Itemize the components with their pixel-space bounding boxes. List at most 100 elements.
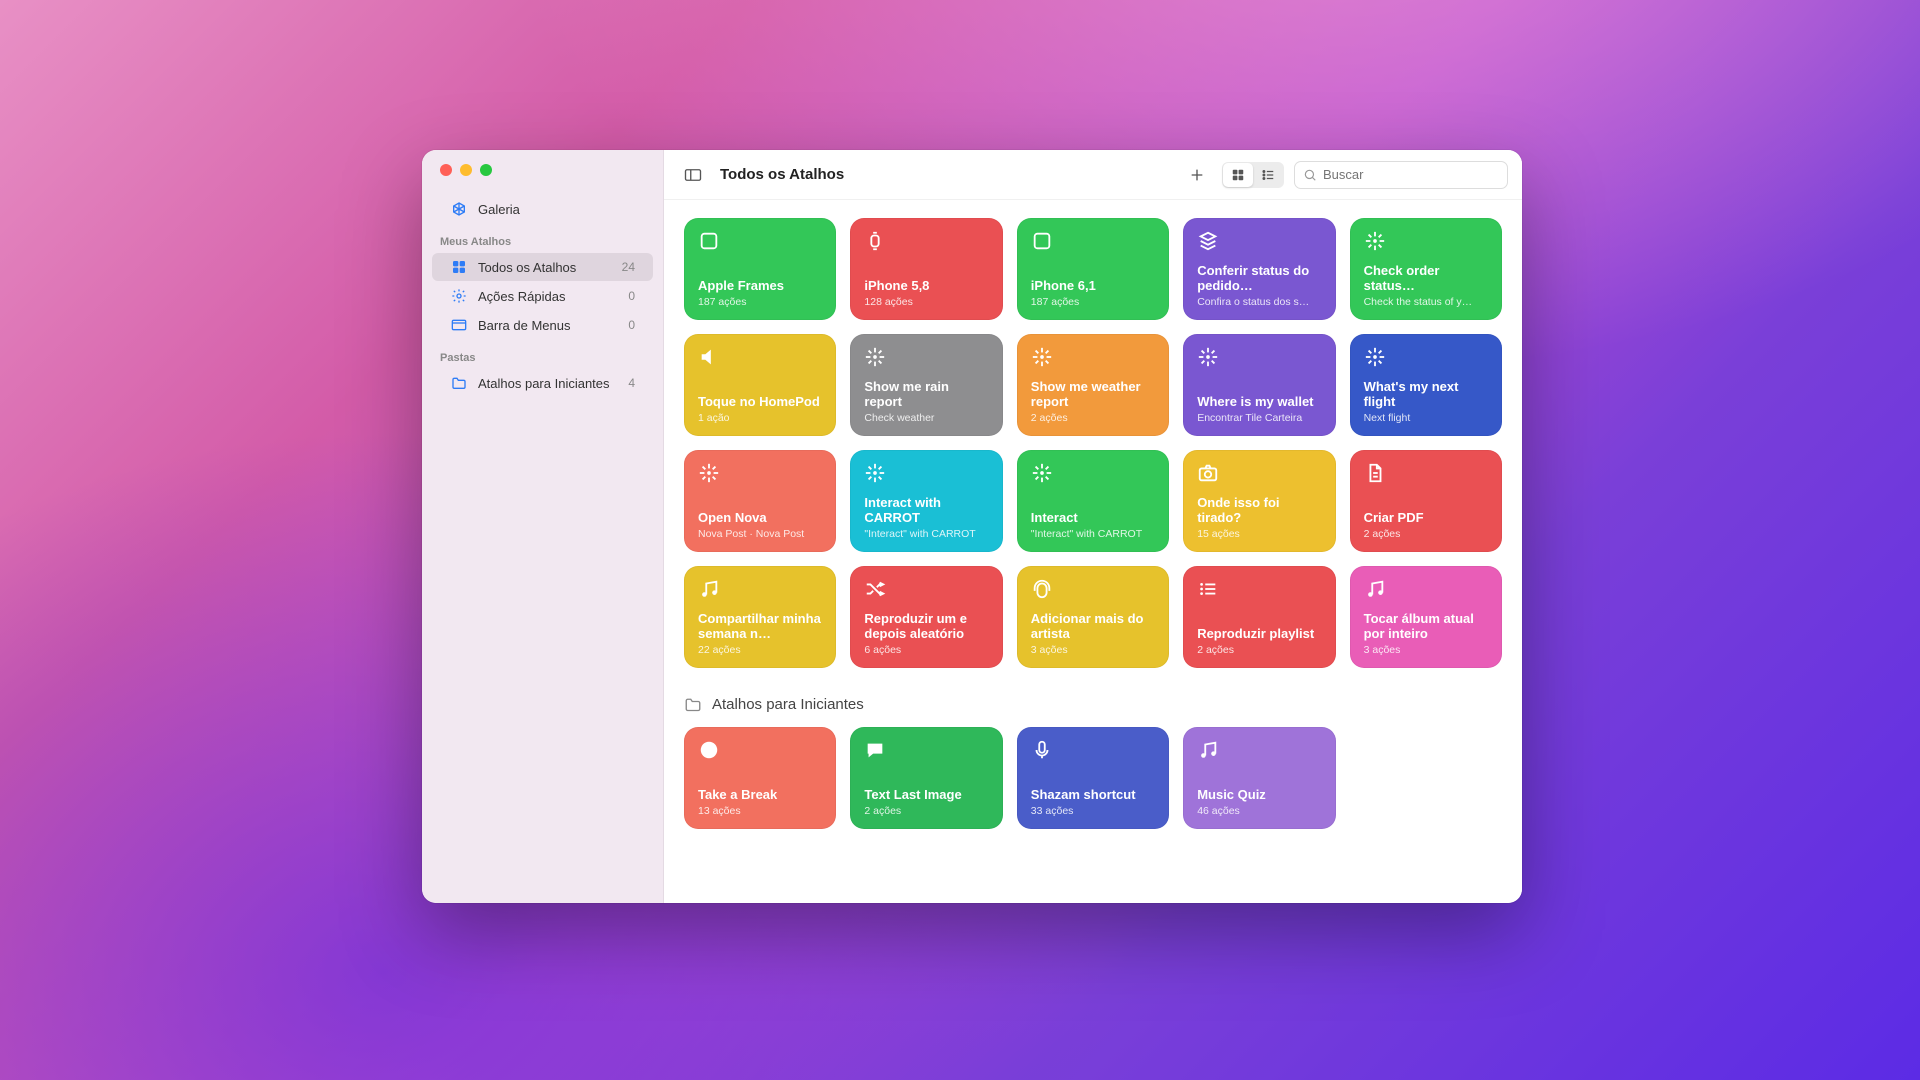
shortcut-subtitle: Check the status of y… <box>1364 296 1488 308</box>
sidebar-item-label: Barra de Menus <box>478 318 571 333</box>
shortcut-card[interactable]: iPhone 6,1 187 ações <box>1017 218 1169 320</box>
clock-icon <box>698 739 822 761</box>
shortcut-title: Apple Frames <box>698 278 822 294</box>
toolbar: Todos os Atalhos <box>664 150 1522 200</box>
shortcut-title: Adicionar mais do artista <box>1031 611 1155 642</box>
shortcut-subtitle: 187 ações <box>698 296 822 308</box>
shortcut-card[interactable]: Onde isso foi tirado? 15 ações <box>1183 450 1335 552</box>
shortcut-title: Onde isso foi tirado? <box>1197 495 1321 526</box>
music-icon <box>1197 739 1321 761</box>
sparkle-icon <box>698 462 822 484</box>
shortcut-title: Take a Break <box>698 787 822 803</box>
shortcut-subtitle: 22 ações <box>698 644 822 656</box>
shortcut-title: Reproduzir um e depois aleatório <box>864 611 988 642</box>
toggle-sidebar-button[interactable] <box>678 162 708 188</box>
folder-icon <box>450 374 468 392</box>
shortcut-title: iPhone 5,8 <box>864 278 988 294</box>
sidebar-item-gallery[interactable]: Galeria <box>432 195 653 223</box>
shortcuts-grid: Apple Frames 187 ações iPhone 5,8 128 aç… <box>684 218 1502 668</box>
layers-icon <box>1197 230 1321 252</box>
shortcut-card[interactable]: Text Last Image 2 ações <box>850 727 1002 829</box>
shortcut-subtitle: 33 ações <box>1031 805 1155 817</box>
shortcut-card[interactable]: Take a Break 13 ações <box>684 727 836 829</box>
shortcut-subtitle: "Interact" with CARROT <box>864 528 988 540</box>
shortcut-card[interactable]: Interact "Interact" with CARROT <box>1017 450 1169 552</box>
shortcut-card[interactable]: Reproduzir um e depois aleatório 6 ações <box>850 566 1002 668</box>
sidebar-section-folders: Pastas <box>422 340 663 368</box>
speaker-icon <box>698 346 822 368</box>
shortcut-title: iPhone 6,1 <box>1031 278 1155 294</box>
shortcut-card[interactable]: Tocar álbum atual por inteiro 3 ações <box>1350 566 1502 668</box>
sidebar: Galeria Meus Atalhos Todos os Atalhos 24… <box>422 150 664 903</box>
shortcut-title: Open Nova <box>698 510 822 526</box>
sidebar-section-my: Meus Atalhos <box>422 224 663 252</box>
square-icon <box>1031 230 1155 252</box>
shortcut-card[interactable]: What's my next flight Next flight <box>1350 334 1502 436</box>
shortcut-card[interactable]: Compartilhar minha semana n… 22 ações <box>684 566 836 668</box>
window-controls <box>422 164 663 194</box>
shortcut-card[interactable]: Toque no HomePod 1 ação <box>684 334 836 436</box>
search-icon <box>1303 168 1317 182</box>
close-button[interactable] <box>440 164 452 176</box>
shortcut-card[interactable]: Open Nova Nova Post · Nova Post <box>684 450 836 552</box>
shortcut-subtitle: Encontrar Tile Carteira <box>1197 412 1321 424</box>
shortcut-card[interactable]: Apple Frames 187 ações <box>684 218 836 320</box>
sidebar-item-label: Atalhos para Iniciantes <box>478 376 610 391</box>
shortcut-title: Toque no HomePod <box>698 394 822 410</box>
shortcut-title: Text Last Image <box>864 787 988 803</box>
shortcut-card[interactable]: Show me rain report Check weather <box>850 334 1002 436</box>
search-field[interactable] <box>1294 161 1508 189</box>
sidebar-item-count: 4 <box>628 376 635 390</box>
shortcut-title: Show me rain report <box>864 379 988 410</box>
mic-icon <box>1031 739 1155 761</box>
sparkle-icon <box>1031 462 1155 484</box>
shortcut-card[interactable]: iPhone 5,8 128 ações <box>850 218 1002 320</box>
list-icon <box>1197 578 1321 600</box>
shortcut-card[interactable]: Adicionar mais do artista 3 ações <box>1017 566 1169 668</box>
shortcut-title: Shazam shortcut <box>1031 787 1155 803</box>
gallery-icon <box>450 200 468 218</box>
shortcut-title: Criar PDF <box>1364 510 1488 526</box>
folder-section-header[interactable]: Atalhos para Iniciantes <box>684 696 1502 713</box>
content-area: Apple Frames 187 ações iPhone 5,8 128 aç… <box>664 200 1522 903</box>
search-input[interactable] <box>1323 167 1499 182</box>
shortcut-card[interactable]: Where is my wallet Encontrar Tile Cartei… <box>1183 334 1335 436</box>
shuffle-icon <box>864 578 988 600</box>
maximize-button[interactable] <box>480 164 492 176</box>
folder-section-title: Atalhos para Iniciantes <box>712 696 864 713</box>
shortcut-card[interactable]: Reproduzir playlist 2 ações <box>1183 566 1335 668</box>
shortcut-subtitle: Nova Post · Nova Post <box>698 528 822 540</box>
shortcut-title: Tocar álbum atual por inteiro <box>1364 611 1488 642</box>
minimize-button[interactable] <box>460 164 472 176</box>
shortcuts-window: Galeria Meus Atalhos Todos os Atalhos 24… <box>422 150 1522 903</box>
shortcut-subtitle: 187 ações <box>1031 296 1155 308</box>
sparkle-icon <box>1364 230 1488 252</box>
page-title: Todos os Atalhos <box>720 166 844 183</box>
shortcut-title: Interact with CARROT <box>864 495 988 526</box>
square-icon <box>698 230 822 252</box>
shortcut-card[interactable]: Criar PDF 2 ações <box>1350 450 1502 552</box>
shortcut-subtitle: Next flight <box>1364 412 1488 424</box>
shortcut-card[interactable]: Show me weather report 2 ações <box>1017 334 1169 436</box>
add-shortcut-button[interactable] <box>1182 162 1212 188</box>
shortcut-title: Reproduzir playlist <box>1197 626 1321 642</box>
shortcut-card[interactable]: Conferir status do pedido… Confira o sta… <box>1183 218 1335 320</box>
shortcut-subtitle: 2 ações <box>1031 412 1155 424</box>
shortcut-card[interactable]: Check order status… Check the status of … <box>1350 218 1502 320</box>
sidebar-item-all-shortcuts[interactable]: Todos os Atalhos 24 <box>432 253 653 281</box>
music-icon <box>1364 578 1488 600</box>
folder-icon <box>684 697 702 712</box>
sparkle-icon <box>1364 346 1488 368</box>
shortcut-card[interactable]: Interact with CARROT "Interact" with CAR… <box>850 450 1002 552</box>
shortcut-subtitle: 15 ações <box>1197 528 1321 540</box>
sidebar-folder-beginners[interactable]: Atalhos para Iniciantes 4 <box>432 369 653 397</box>
sidebar-item-menubar[interactable]: Barra de Menus 0 <box>432 311 653 339</box>
shortcut-title: Compartilhar minha semana n… <box>698 611 822 642</box>
view-grid-button[interactable] <box>1223 163 1253 187</box>
sidebar-item-quick-actions[interactable]: Ações Rápidas 0 <box>432 282 653 310</box>
shortcut-card[interactable]: Music Quiz 46 ações <box>1183 727 1335 829</box>
shortcut-card[interactable]: Shazam shortcut 33 ações <box>1017 727 1169 829</box>
shortcut-subtitle: Check weather <box>864 412 988 424</box>
view-list-button[interactable] <box>1253 163 1283 187</box>
chat-icon <box>864 739 988 761</box>
